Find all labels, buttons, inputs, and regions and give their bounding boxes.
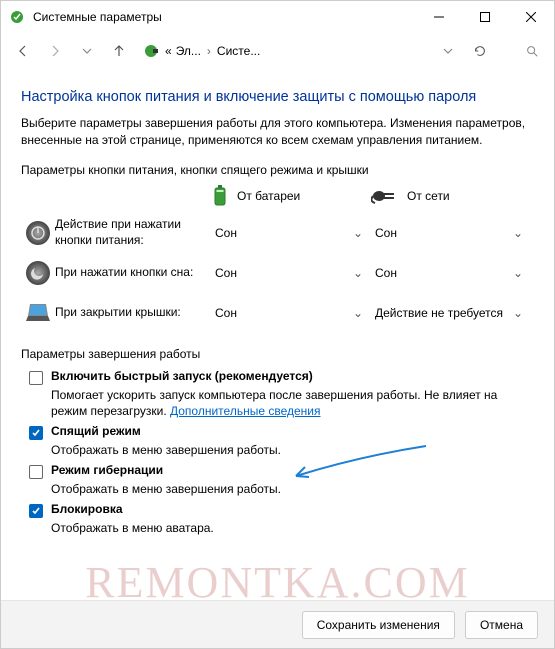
battery-column-label: От батареи bbox=[237, 189, 300, 203]
sleep-option-row: Спящий режим bbox=[29, 424, 534, 440]
sleep-button-battery-value: Сон bbox=[215, 266, 237, 280]
battery-icon bbox=[211, 185, 229, 207]
lid-battery-value: Сон bbox=[215, 306, 237, 320]
hibernate-option-label: Режим гибернации bbox=[51, 463, 163, 477]
battery-column-header: От батареи bbox=[211, 185, 371, 207]
breadcrumb[interactable]: « Эл... › Систе... bbox=[137, 37, 266, 65]
forward-button[interactable] bbox=[41, 37, 69, 65]
hibernate-option-row: Режим гибернации bbox=[29, 463, 534, 479]
close-button[interactable] bbox=[508, 1, 554, 33]
lock-checkbox[interactable] bbox=[29, 504, 43, 518]
up-button[interactable] bbox=[105, 37, 133, 65]
sleep-button-row: При нажатии кнопки сна: Сон ⌄ Сон ⌄ bbox=[21, 253, 534, 293]
power-button-battery-dropdown[interactable]: Сон ⌄ bbox=[211, 222, 371, 244]
refresh-button[interactable] bbox=[466, 37, 494, 65]
minimize-button[interactable] bbox=[416, 1, 462, 33]
sleep-button-label: При нажатии кнопки сна: bbox=[55, 265, 211, 281]
lid-ac-value: Действие не требуется bbox=[375, 306, 503, 320]
lid-ac-dropdown[interactable]: Действие не требуется ⌄ bbox=[371, 302, 531, 324]
sleep-icon bbox=[21, 260, 55, 286]
hibernate-checkbox[interactable] bbox=[29, 465, 43, 479]
chevron-down-icon: ⌄ bbox=[353, 266, 363, 280]
ac-column-header: От сети bbox=[371, 187, 531, 205]
back-button[interactable] bbox=[9, 37, 37, 65]
recent-dropdown[interactable] bbox=[73, 37, 101, 65]
fast-startup-checkbox[interactable] bbox=[29, 371, 43, 385]
power-plan-icon bbox=[143, 43, 159, 59]
button-settings-section-label: Параметры кнопки питания, кнопки спящего… bbox=[21, 163, 534, 177]
sleep-button-ac-dropdown[interactable]: Сон ⌄ bbox=[371, 262, 531, 284]
chevron-down-icon: ⌄ bbox=[513, 306, 523, 320]
lock-option-row: Блокировка bbox=[29, 502, 534, 518]
lid-battery-dropdown[interactable]: Сон ⌄ bbox=[211, 302, 371, 324]
lock-option-label: Блокировка bbox=[51, 502, 123, 516]
titlebar: Системные параметры bbox=[1, 1, 554, 33]
breadcrumb-item-2[interactable]: Систе... bbox=[217, 44, 260, 58]
laptop-icon bbox=[21, 302, 55, 324]
app-icon bbox=[9, 9, 25, 25]
power-button-label: Действие при нажатии кнопки питания: bbox=[55, 217, 211, 248]
lock-option-desc: Отображать в меню аватара. bbox=[51, 520, 534, 537]
power-icon bbox=[21, 220, 55, 246]
power-button-ac-value: Сон bbox=[375, 226, 397, 240]
chevron-down-icon: ⌄ bbox=[513, 226, 523, 240]
fast-startup-desc: Помогает ускорить запуск компьютера посл… bbox=[51, 387, 534, 421]
column-headers: От батареи От сети bbox=[21, 185, 534, 207]
power-button-row: Действие при нажатии кнопки питания: Сон… bbox=[21, 213, 534, 253]
search-button[interactable] bbox=[518, 37, 546, 65]
breadcrumb-item-1[interactable]: Эл... bbox=[176, 44, 201, 58]
chevron-down-icon: ⌄ bbox=[353, 306, 363, 320]
power-button-battery-value: Сон bbox=[215, 226, 237, 240]
more-info-link[interactable]: Дополнительные сведения bbox=[170, 404, 320, 418]
save-button[interactable]: Сохранить изменения bbox=[302, 611, 455, 639]
window-title: Системные параметры bbox=[33, 10, 416, 24]
ac-column-label: От сети bbox=[407, 189, 450, 203]
lid-row: При закрытии крышки: Сон ⌄ Действие не т… bbox=[21, 293, 534, 333]
lid-label: При закрытии крышки: bbox=[55, 305, 211, 321]
breadcrumb-dropdown[interactable] bbox=[434, 37, 462, 65]
chevron-down-icon: ⌄ bbox=[513, 266, 523, 280]
maximize-button[interactable] bbox=[462, 1, 508, 33]
breadcrumb-prefix: « bbox=[165, 44, 172, 58]
hibernate-option-desc: Отображать в меню завершения работы. bbox=[51, 481, 534, 498]
nav-row: « Эл... › Систе... bbox=[1, 33, 554, 69]
fast-startup-row: Включить быстрый запуск (рекомендуется) bbox=[29, 369, 534, 385]
intro-text: Выберите параметры завершения работы для… bbox=[21, 115, 534, 149]
shutdown-section-label: Параметры завершения работы bbox=[21, 347, 534, 361]
sleep-option-desc: Отображать в меню завершения работы. bbox=[51, 442, 534, 459]
page-heading: Настройка кнопок питания и включение защ… bbox=[21, 89, 534, 105]
sleep-button-battery-dropdown[interactable]: Сон ⌄ bbox=[211, 262, 371, 284]
footer: Сохранить изменения Отмена bbox=[1, 600, 554, 648]
chevron-right-icon: › bbox=[205, 44, 213, 58]
cancel-button[interactable]: Отмена bbox=[465, 611, 538, 639]
content-area: Настройка кнопок питания и включение защ… bbox=[1, 69, 554, 537]
sleep-option-label: Спящий режим bbox=[51, 424, 141, 438]
power-button-ac-dropdown[interactable]: Сон ⌄ bbox=[371, 222, 531, 244]
fast-startup-label: Включить быстрый запуск (рекомендуется) bbox=[51, 369, 313, 383]
plug-icon bbox=[371, 187, 399, 205]
chevron-down-icon: ⌄ bbox=[353, 226, 363, 240]
sleep-button-ac-value: Сон bbox=[375, 266, 397, 280]
sleep-checkbox[interactable] bbox=[29, 426, 43, 440]
